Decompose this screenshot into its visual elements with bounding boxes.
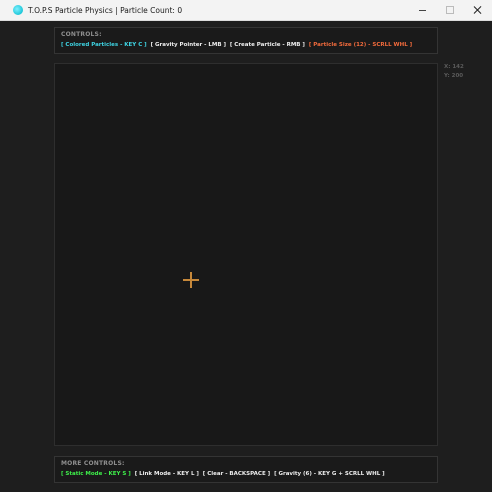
coord-y: Y: 200 [444, 73, 464, 79]
window-controls [408, 0, 492, 20]
control-link-mode: [ Link Mode - KEY L ] [134, 471, 199, 477]
title-bar[interactable]: T.O.P.S Particle Physics | Particle Coun… [0, 0, 492, 21]
simulation-canvas[interactable] [54, 63, 438, 446]
control-colored-particles: [ Colored Particles - KEY C ] [61, 42, 147, 48]
control-particle-size: [ Particle Size (12) - SCRLL WHL ] [308, 42, 413, 48]
controls-heading: CONTROLS: [61, 31, 102, 38]
particle-app-icon [13, 5, 23, 15]
controls-panel: CONTROLS: [ Colored Particles - KEY C ] … [54, 27, 438, 54]
app-window: T.O.P.S Particle Physics | Particle Coun… [0, 0, 492, 492]
maximize-button[interactable] [436, 0, 464, 20]
coordinate-readout: X: 142 Y: 200 [444, 63, 464, 81]
minimize-icon [418, 9, 426, 11]
window-title: T.O.P.S Particle Physics | Particle Coun… [28, 5, 183, 15]
more-controls-panel: MORE CONTROLS: [ Static Mode - KEY S ] [… [54, 456, 438, 483]
close-button[interactable] [464, 0, 492, 20]
control-gravity: [ Gravity (6) - KEY G + SCRLL WHL ] [274, 471, 385, 477]
more-controls-list: [ Static Mode - KEY S ] [ Link Mode - KE… [61, 471, 387, 477]
controls-list: [ Colored Particles - KEY C ] [ Gravity … [61, 42, 414, 48]
control-create-particle: [ Create Particle - RMB ] [229, 42, 305, 48]
control-static-mode: [ Static Mode - KEY S ] [61, 471, 131, 477]
coord-x: X: 142 [444, 64, 464, 70]
control-gravity-pointer: [ Gravity Pointer - LMB ] [150, 42, 226, 48]
maximize-icon [446, 6, 454, 14]
more-controls-heading: MORE CONTROLS: [61, 460, 125, 467]
crosshair-icon [183, 272, 199, 288]
minimize-button[interactable] [408, 0, 436, 20]
close-icon [473, 5, 483, 15]
control-clear: [ Clear - BACKSPACE ] [202, 471, 271, 477]
